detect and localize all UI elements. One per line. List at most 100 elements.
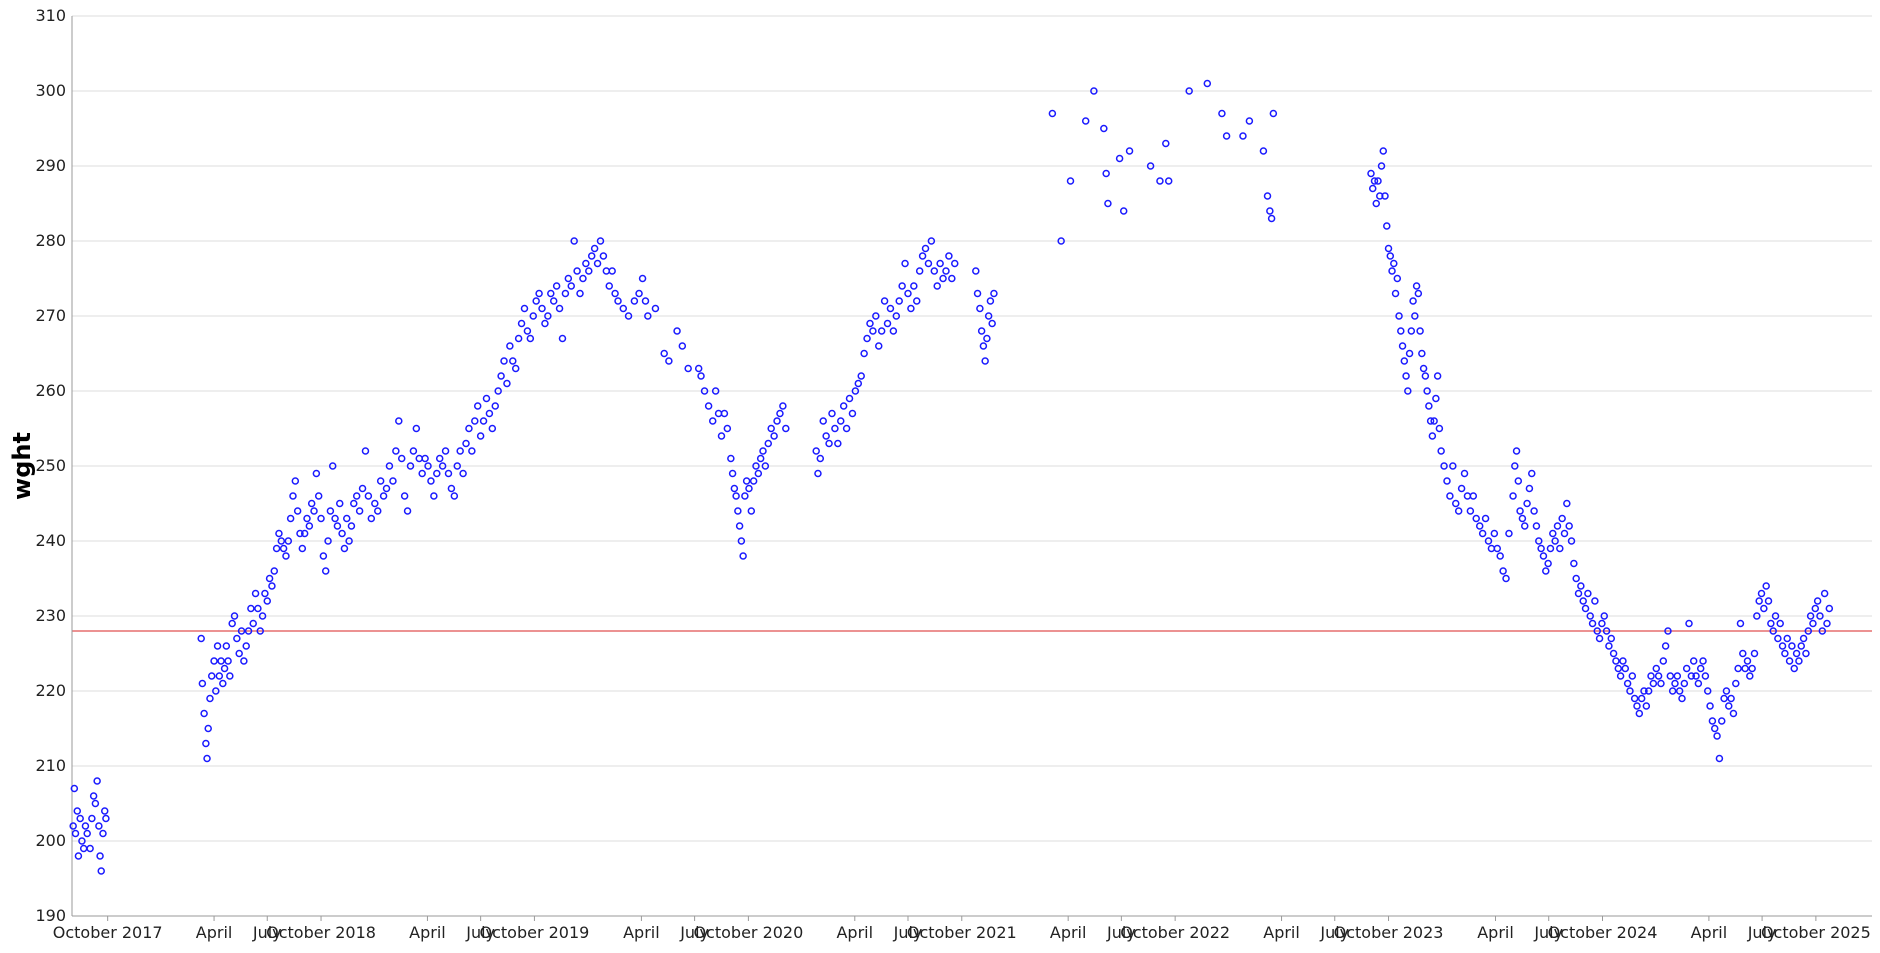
data-point <box>1119 207 1128 215</box>
data-point <box>745 484 753 493</box>
data-point <box>1400 357 1409 365</box>
data-point <box>1466 507 1475 515</box>
data-point <box>863 334 871 343</box>
data-point <box>1203 79 1212 88</box>
data-point <box>1405 349 1414 358</box>
data-point <box>782 424 790 433</box>
data-point <box>219 679 227 688</box>
x-tick-label: October 2022 <box>1120 923 1230 942</box>
data-point <box>1682 664 1691 673</box>
data-point <box>1748 664 1756 673</box>
data-point <box>983 334 991 343</box>
data-point <box>314 492 323 500</box>
data-point <box>1390 259 1398 268</box>
data-point <box>222 642 231 650</box>
y-tick-labels: 190200210220230240250260270280290300310 <box>35 6 66 925</box>
data-point <box>91 799 100 808</box>
data-point <box>930 267 939 275</box>
data-point <box>1708 717 1717 725</box>
data-point <box>660 349 668 358</box>
data-point <box>506 342 514 350</box>
y-tick-label: 290 <box>35 156 66 175</box>
data-point <box>1718 717 1726 725</box>
data-point <box>1802 649 1810 658</box>
data-point <box>1367 169 1375 178</box>
data-point <box>764 439 773 448</box>
data-point <box>1710 724 1719 733</box>
data-point <box>333 522 342 530</box>
data-point <box>1654 672 1663 680</box>
data-point <box>839 402 848 410</box>
data-point <box>979 342 988 350</box>
y-tick-label: 210 <box>35 756 66 775</box>
data-point <box>614 297 622 305</box>
data-point <box>289 492 297 500</box>
data-point <box>263 597 272 605</box>
data-point <box>376 477 385 485</box>
data-point <box>202 739 210 748</box>
data-point <box>1694 679 1703 688</box>
data-point <box>1621 664 1630 673</box>
data-point <box>1572 574 1580 583</box>
data-point <box>976 304 984 313</box>
data-point <box>948 274 956 283</box>
data-point <box>1813 597 1822 605</box>
data-point <box>509 357 517 365</box>
data-point <box>1553 522 1562 530</box>
data-point <box>1825 604 1834 613</box>
data-point <box>541 319 549 328</box>
data-point <box>520 304 529 313</box>
data-point <box>389 477 397 485</box>
data-point <box>1245 117 1254 125</box>
data-points <box>69 79 1834 875</box>
data-point <box>1546 544 1555 553</box>
data-point <box>1678 694 1686 703</box>
data-point <box>1460 469 1469 478</box>
data-point <box>1574 589 1583 598</box>
data-point <box>210 657 218 665</box>
data-point <box>587 252 596 260</box>
data-point <box>397 454 406 463</box>
data-point <box>825 439 833 448</box>
data-point <box>734 507 742 515</box>
data-point <box>1530 507 1538 515</box>
data-point <box>1398 342 1407 350</box>
data-point <box>747 507 756 515</box>
data-point <box>1164 177 1173 185</box>
data-point <box>272 544 281 553</box>
data-point <box>828 409 836 418</box>
data-point <box>321 567 330 575</box>
data-point <box>579 274 587 283</box>
data-point <box>1549 529 1557 538</box>
data-point <box>1727 694 1735 703</box>
data-point <box>742 477 751 485</box>
data-point <box>717 432 726 440</box>
data-point <box>678 342 687 350</box>
data-point <box>1435 424 1444 433</box>
data-point <box>220 664 229 673</box>
data-point <box>756 454 765 463</box>
data-point <box>1762 582 1770 590</box>
data-point <box>102 814 110 823</box>
x-tick-label: April <box>1263 923 1300 942</box>
data-point <box>242 642 250 650</box>
data-point <box>1666 672 1675 680</box>
data-point <box>465 424 473 433</box>
data-point <box>1785 657 1794 665</box>
data-point <box>479 417 488 425</box>
data-point <box>1537 544 1545 553</box>
data-point <box>340 544 349 553</box>
data-point <box>1565 522 1573 530</box>
data-point <box>1505 529 1513 538</box>
data-point <box>1263 192 1272 200</box>
data-point <box>990 289 998 298</box>
data-point <box>358 484 367 493</box>
data-point <box>1384 244 1393 253</box>
data-point <box>1472 514 1480 523</box>
data-point <box>427 477 435 485</box>
data-point <box>547 289 555 298</box>
data-point <box>1259 147 1268 155</box>
data-point <box>71 829 80 838</box>
data-point <box>203 754 211 763</box>
data-point <box>1388 267 1396 275</box>
